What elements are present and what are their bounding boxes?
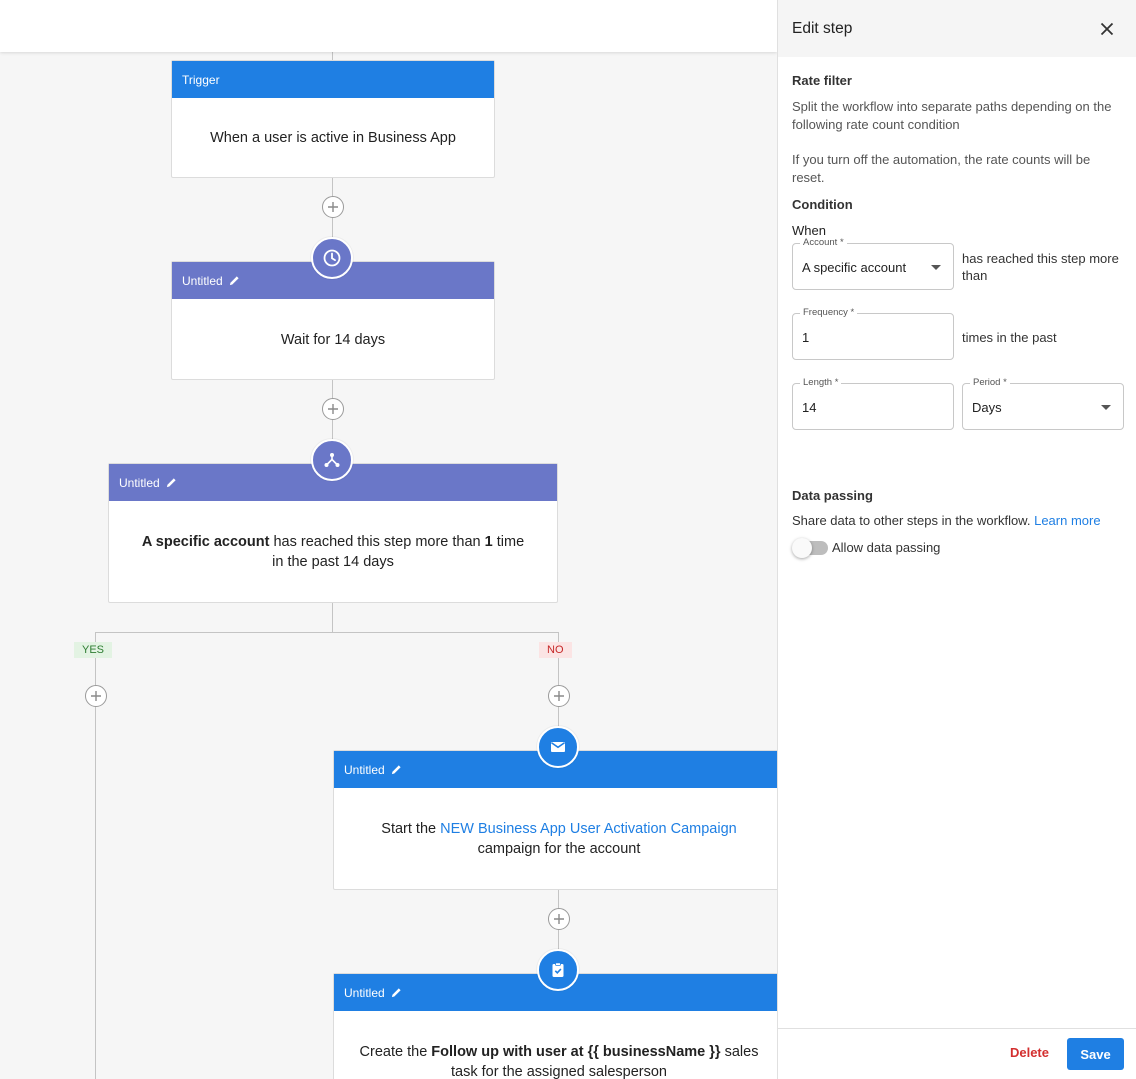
rate-filter-account: A specific account <box>141 534 270 550</box>
period-select[interactable]: Period * Days <box>962 377 1124 430</box>
task-text: Create the Follow up with user at {{ bus… <box>358 1042 760 1079</box>
reset-note: If you turn off the automation, the rate… <box>792 152 1091 185</box>
task-icon-badge <box>537 949 579 991</box>
wait-card-title: Untitled <box>182 273 223 288</box>
clipboard-check-icon <box>552 962 564 977</box>
account-select[interactable]: Account * A specific account <box>792 237 954 290</box>
split-icon <box>324 453 340 467</box>
data-passing-text: Share data to other steps in the workflo… <box>792 513 1031 528</box>
task-card-body: Create the Follow up with user at {{ bus… <box>334 1011 777 1079</box>
pencil-icon[interactable] <box>391 764 402 775</box>
add-step-button[interactable] <box>322 398 344 420</box>
branch-line <box>95 632 559 633</box>
frequency-input[interactable]: Frequency * 1 <box>792 307 954 360</box>
period-value: Days <box>972 400 1002 415</box>
delete-button[interactable]: Delete <box>1010 1045 1049 1060</box>
data-passing-title: Data passing <box>792 488 873 503</box>
plus-icon <box>328 202 338 212</box>
edit-step-panel: Edit step Rate filter Split the workflow… <box>777 0 1136 1079</box>
campaign-card-title: Untitled <box>344 762 385 777</box>
workflow-canvas[interactable]: Trigger When a user is active in Busines… <box>0 52 777 1079</box>
split-icon-badge <box>311 439 353 481</box>
length-input[interactable]: Length * 14 <box>792 377 954 430</box>
frequency-value: 1 <box>802 330 810 345</box>
campaign-card-body: Start the NEW Business App User Activati… <box>334 788 777 890</box>
account-after-text: has reached this step more than <box>962 251 1119 283</box>
section-description: Split the workflow into separate paths d… <box>792 99 1112 132</box>
panel-header: Edit step <box>778 0 1136 57</box>
task-text-part: Create the <box>359 1044 432 1060</box>
frequency-after-text: times in the past <box>962 330 1057 345</box>
section-title: Rate filter <box>792 73 852 88</box>
add-step-no-button[interactable] <box>548 685 570 707</box>
panel-body: Rate filter Split the workflow into sepa… <box>778 57 1136 1027</box>
length-label: Length * <box>800 377 842 388</box>
panel-footer: Delete Save <box>778 1028 1136 1079</box>
connector-line <box>332 52 333 60</box>
account-value: A specific account <box>802 260 907 275</box>
rate-filter-text-part: has reached this step more than <box>269 534 485 550</box>
task-name: Follow up with user at {{ businessName }… <box>431 1044 721 1060</box>
chevron-down-icon <box>1101 405 1111 410</box>
campaign-text: Start the NEW Business App User Activati… <box>358 819 760 859</box>
save-button[interactable]: Save <box>1067 1038 1124 1070</box>
allow-data-passing-label: Allow data passing <box>832 540 941 555</box>
account-label: Account * <box>800 237 847 248</box>
rate-filter-count: 1 <box>484 534 493 550</box>
rate-filter-text: A specific account has reached this step… <box>139 532 527 572</box>
no-branch-label: NO <box>539 642 572 658</box>
pencil-icon[interactable] <box>229 275 240 286</box>
trigger-card-title: Trigger <box>182 72 220 87</box>
add-step-button[interactable] <box>548 908 570 930</box>
rate-filter-card[interactable]: Untitled A specific account has reached … <box>108 463 558 603</box>
plus-icon <box>554 914 564 924</box>
campaign-link[interactable]: NEW Business App User Activation Campaig… <box>440 821 737 837</box>
period-label: Period * <box>970 377 1010 388</box>
close-icon <box>1100 22 1114 35</box>
rate-filter-card-body: A specific account has reached this step… <box>109 501 557 603</box>
plus-icon <box>91 691 101 701</box>
data-passing-description: Share data to other steps in the workflo… <box>792 512 1101 530</box>
toggle-knob <box>792 538 812 558</box>
mail-icon <box>551 742 565 752</box>
plus-icon <box>554 691 564 701</box>
pencil-icon[interactable] <box>166 477 177 488</box>
allow-data-passing-toggle[interactable] <box>792 538 828 558</box>
condition-title: Condition <box>792 197 853 212</box>
campaign-text-part: campaign for the account <box>477 841 641 857</box>
connector-line <box>332 603 333 633</box>
trigger-card[interactable]: Trigger When a user is active in Busines… <box>171 60 495 178</box>
panel-title: Edit step <box>792 19 853 37</box>
campaign-text-part: Start the <box>381 821 441 837</box>
learn-more-link[interactable]: Learn more <box>1034 513 1100 528</box>
pencil-icon[interactable] <box>391 987 402 998</box>
top-bar <box>0 0 777 52</box>
task-card-title: Untitled <box>344 985 385 1000</box>
length-value: 14 <box>802 400 817 415</box>
clock-icon <box>323 249 341 267</box>
frequency-label: Frequency * <box>800 307 858 318</box>
plus-icon <box>328 404 338 414</box>
mail-icon-badge <box>537 726 579 768</box>
campaign-card[interactable]: Untitled Start the NEW Business App User… <box>333 750 777 890</box>
trigger-text: When a user is active in Business App <box>210 130 456 146</box>
trigger-card-body: When a user is active in Business App <box>172 98 494 178</box>
clock-icon-badge <box>311 237 353 279</box>
rate-filter-card-title: Untitled <box>119 475 160 490</box>
add-step-button[interactable] <box>322 196 344 218</box>
chevron-down-icon <box>931 265 941 270</box>
yes-branch-label: YES <box>74 642 113 658</box>
wait-card-body: Wait for 14 days <box>172 299 494 380</box>
add-step-yes-button[interactable] <box>85 685 107 707</box>
wait-text: Wait for 14 days <box>280 331 386 348</box>
trigger-card-header: Trigger <box>172 61 494 98</box>
close-button[interactable] <box>1092 14 1122 44</box>
